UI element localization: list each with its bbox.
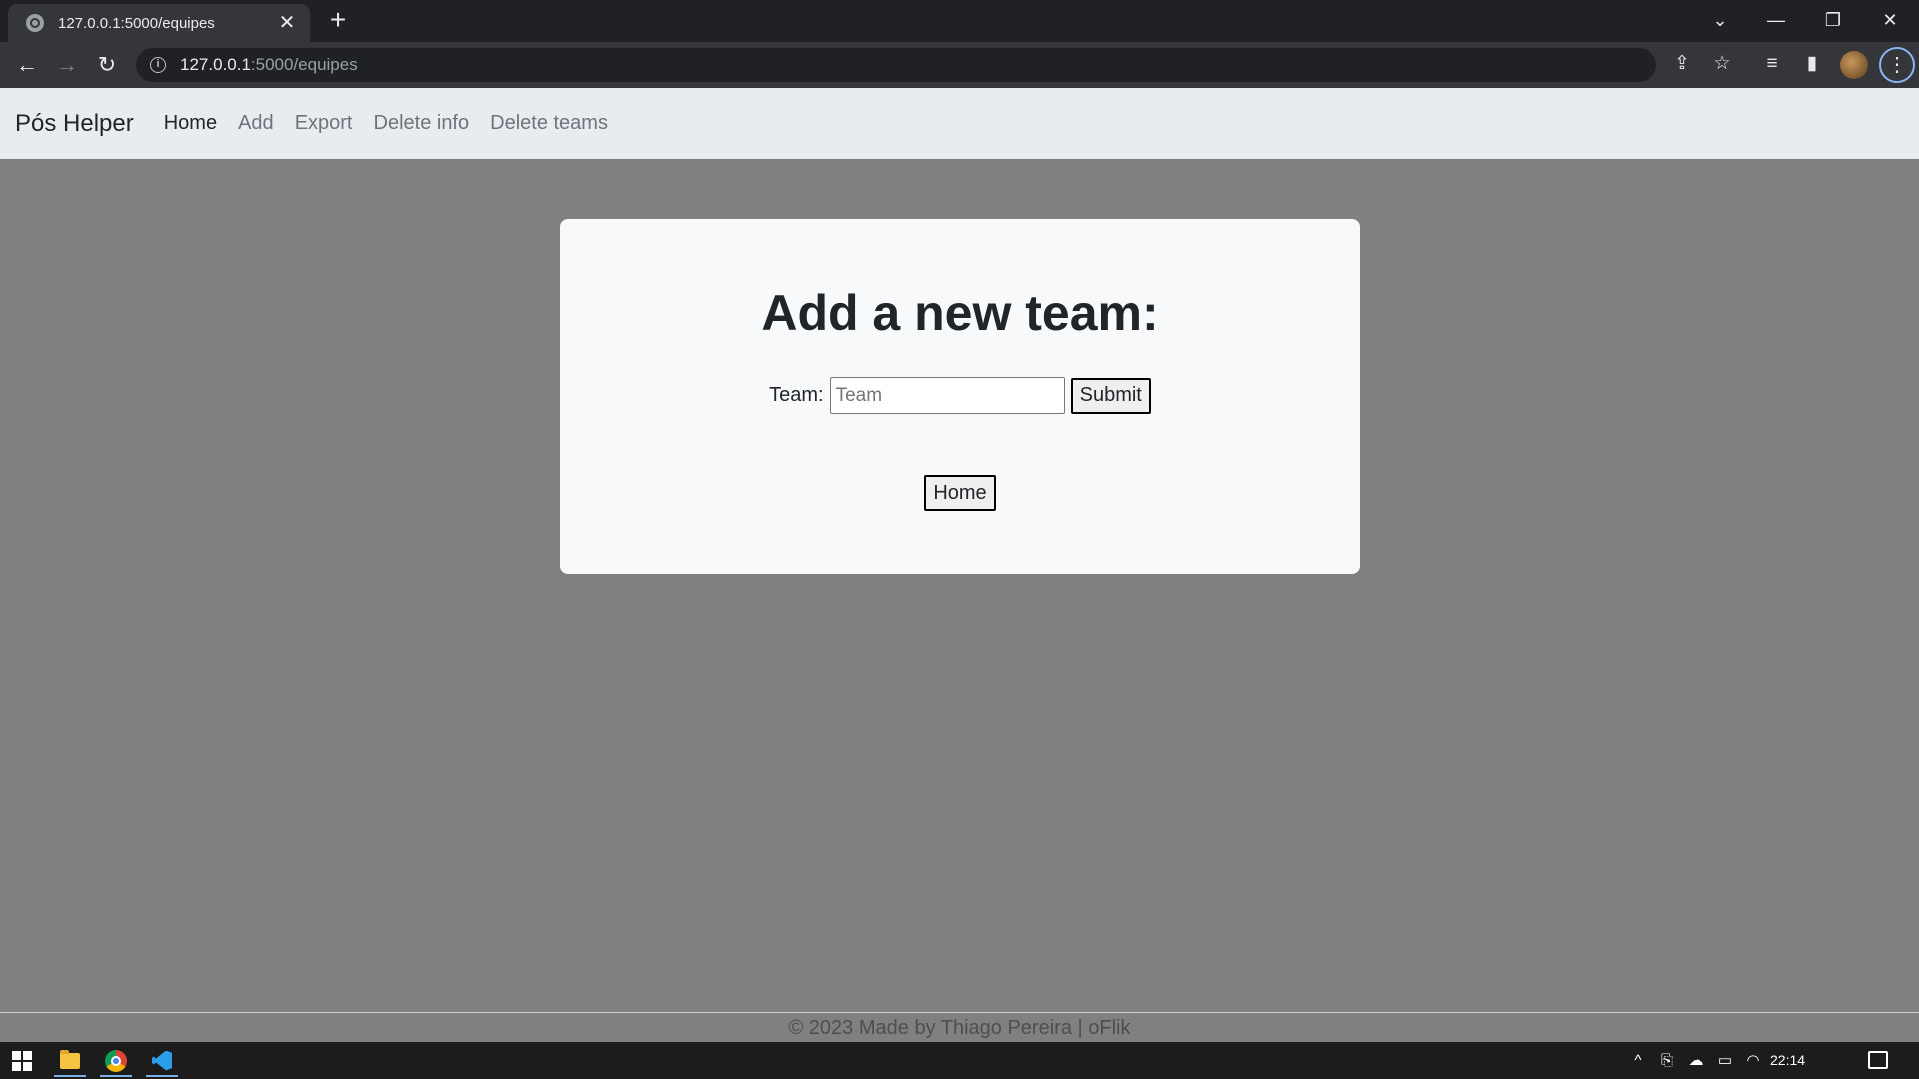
- share-icon[interactable]: ⇪: [1668, 50, 1696, 78]
- add-team-card: Add a new team: Team: Submit Home: [560, 219, 1360, 574]
- taskbar-clock[interactable]: 22:14: [1770, 1042, 1805, 1079]
- globe-icon: [26, 14, 44, 32]
- reading-list-icon[interactable]: ≡: [1758, 50, 1786, 78]
- page-title: Add a new team:: [761, 285, 1159, 341]
- taskbar-vscode[interactable]: [140, 1044, 184, 1077]
- nav-link-delete-info[interactable]: Delete info: [374, 112, 470, 135]
- restore-icon[interactable]: ❐: [1813, 4, 1853, 36]
- navbar-brand[interactable]: Pós Helper: [15, 110, 134, 138]
- windows-start-icon: [12, 1050, 32, 1071]
- bookmark-star-icon[interactable]: ☆: [1708, 50, 1736, 78]
- site-info-icon[interactable]: i: [150, 57, 166, 73]
- nav-link-home[interactable]: Home: [164, 112, 217, 135]
- browser-toolbar: ← → ↻ i 127.0.0.1:5000/equipes ⇪ ☆ ≡ ▮ ⋮: [0, 42, 1919, 88]
- start-button[interactable]: [0, 1044, 44, 1077]
- url-path: :5000/equipes: [250, 55, 358, 74]
- notification-center-icon[interactable]: [1868, 1051, 1888, 1069]
- back-icon[interactable]: ←: [12, 50, 42, 80]
- taskbar-chrome[interactable]: [94, 1044, 138, 1077]
- tab-search-icon[interactable]: ⌄: [1700, 4, 1740, 36]
- nav-link-export[interactable]: Export: [295, 112, 353, 135]
- battery-icon[interactable]: ▭: [1714, 1042, 1736, 1079]
- forward-icon[interactable]: →: [52, 50, 82, 80]
- taskbar-file-explorer[interactable]: [48, 1044, 92, 1077]
- tab-title: 127.0.0.1:5000/equipes: [58, 14, 215, 32]
- onedrive-cloud-icon[interactable]: ☁: [1684, 1042, 1708, 1079]
- new-tab-button[interactable]: +: [324, 6, 352, 35]
- meet-now-icon[interactable]: ⎘: [1656, 1042, 1678, 1079]
- wifi-icon[interactable]: ◠: [1742, 1042, 1764, 1079]
- chrome-icon: [105, 1049, 127, 1072]
- url-host: 127.0.0.1: [180, 55, 251, 74]
- minimize-icon[interactable]: —: [1756, 4, 1796, 36]
- address-bar[interactable]: i 127.0.0.1:5000/equipes: [136, 48, 1656, 82]
- browser-tab-strip: 127.0.0.1:5000/equipes ✕ + ⌄ — ❐ ✕: [0, 0, 1919, 42]
- profile-avatar[interactable]: [1840, 51, 1868, 79]
- vscode-icon: [152, 1050, 172, 1071]
- close-window-icon[interactable]: ✕: [1870, 4, 1910, 36]
- tray-chevron-icon[interactable]: ^: [1628, 1042, 1648, 1079]
- nav-link-delete-teams[interactable]: Delete teams: [490, 112, 608, 135]
- team-input[interactable]: [829, 377, 1065, 414]
- side-panel-icon[interactable]: ▮: [1798, 50, 1826, 78]
- home-button[interactable]: Home: [924, 475, 996, 511]
- add-team-form: Team: Submit: [560, 377, 1360, 414]
- submit-button[interactable]: Submit: [1070, 377, 1151, 414]
- file-explorer-icon: [60, 1049, 80, 1069]
- reload-icon[interactable]: ↻: [92, 50, 122, 80]
- browser-menu-icon[interactable]: ⋮: [1879, 47, 1915, 83]
- nav-link-add[interactable]: Add: [238, 112, 274, 135]
- site-navbar: Pós Helper Home Add Export Delete info D…: [0, 88, 1919, 159]
- team-label: Team:: [769, 384, 824, 406]
- page-footer: © 2023 Made by Thiago Pereira | oFlik: [0, 1012, 1919, 1042]
- tab-close-icon[interactable]: ✕: [276, 12, 298, 34]
- windows-taskbar: ^ ⎘ ☁ ▭ ◠ 22:14: [0, 1042, 1919, 1079]
- browser-tab[interactable]: 127.0.0.1:5000/equipes ✕: [8, 4, 310, 42]
